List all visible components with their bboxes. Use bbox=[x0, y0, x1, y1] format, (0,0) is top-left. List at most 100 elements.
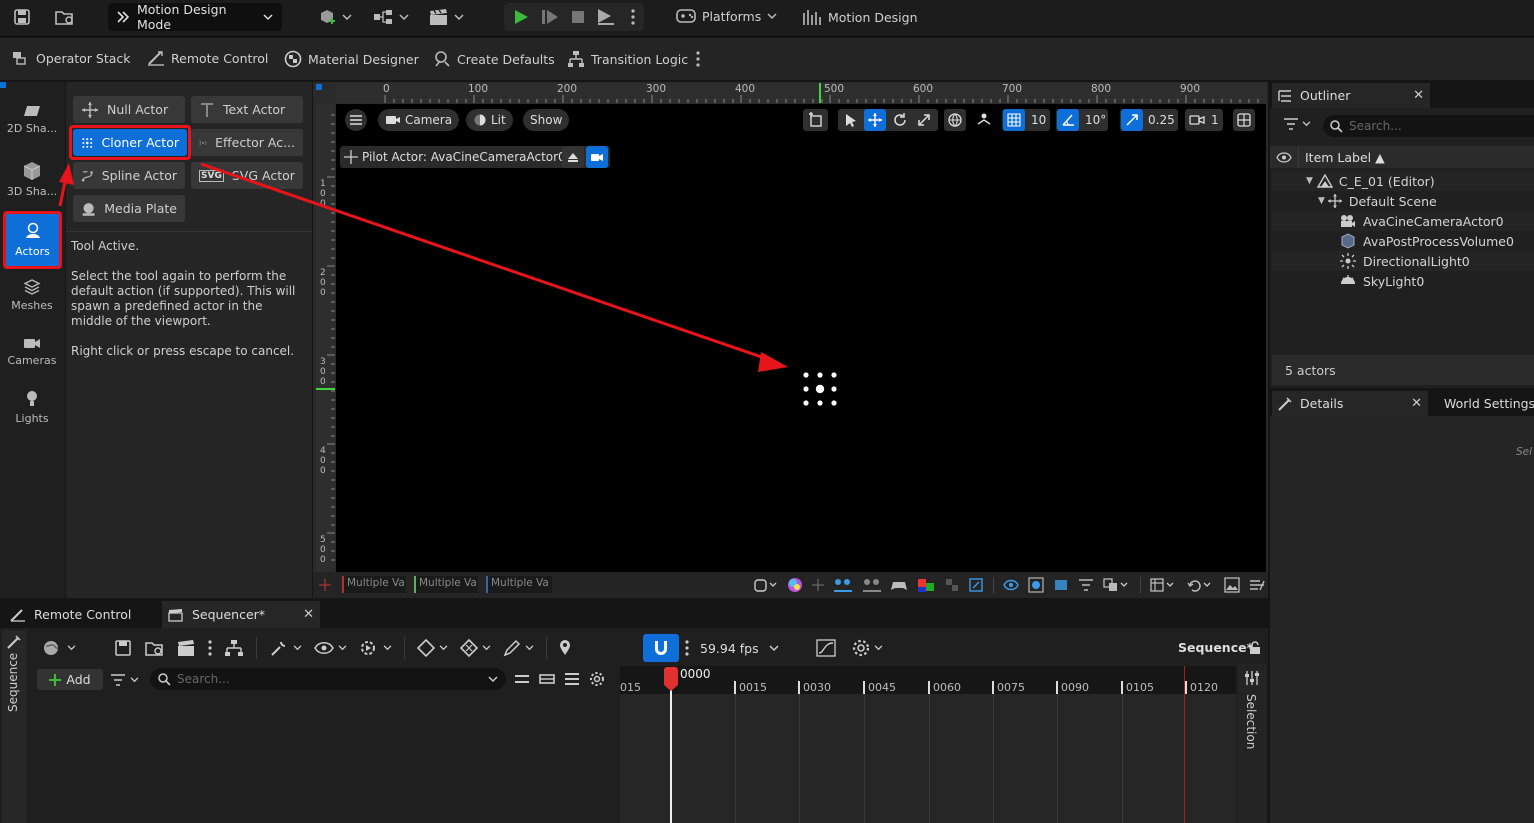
alpha-grid-icon[interactable] bbox=[945, 578, 959, 592]
track-search[interactable]: Search... bbox=[150, 668, 506, 690]
save-sequence-icon[interactable] bbox=[114, 639, 132, 657]
text-actor-button[interactable]: Text Actor bbox=[191, 96, 303, 123]
surface-snap-icon[interactable] bbox=[973, 109, 995, 131]
world-space-icon[interactable] bbox=[944, 109, 966, 131]
edit-mode-menu[interactable] bbox=[503, 639, 534, 657]
sequencer-tab[interactable]: Sequencer* ✕ bbox=[162, 601, 320, 628]
item-label-column[interactable]: Item Label ▲ bbox=[1305, 150, 1385, 165]
eject-icon[interactable] bbox=[595, 7, 617, 27]
selection-settings-icon[interactable] bbox=[1243, 670, 1261, 686]
rotation-snap-value[interactable]: 10° bbox=[1085, 113, 1106, 127]
mode-dropdown[interactable]: Motion Design Mode bbox=[108, 2, 282, 32]
outliner-tab[interactable]: Outliner ✕ bbox=[1272, 83, 1430, 108]
render-movie-icon[interactable] bbox=[176, 639, 196, 657]
blueprint-button[interactable] bbox=[373, 8, 409, 26]
play-options-icon[interactable] bbox=[627, 7, 639, 27]
gamepad-icon[interactable] bbox=[891, 578, 907, 592]
rotation-snap-icon[interactable] bbox=[1057, 109, 1079, 131]
transition-logic-button[interactable]: Transition Logic bbox=[567, 50, 688, 68]
rotate-tool-icon[interactable] bbox=[889, 109, 911, 131]
outliner-row-scene[interactable]: ▼ Default Scene bbox=[1272, 191, 1534, 211]
more-options-icon[interactable] bbox=[693, 51, 703, 67]
outliner-row-post-process[interactable]: AvaPostProcessVolume0 bbox=[1272, 231, 1534, 251]
shape-menu-icon[interactable] bbox=[752, 577, 778, 593]
tools-menu[interactable] bbox=[269, 639, 302, 657]
category-meshes[interactable]: Meshes bbox=[0, 279, 64, 312]
sequence-edit-icon[interactable] bbox=[6, 634, 22, 650]
step-frame-icon[interactable] bbox=[540, 7, 560, 27]
sequencer-settings-menu[interactable] bbox=[852, 639, 883, 657]
transform-field-z[interactable]: Multiple Va bbox=[486, 576, 552, 593]
marker-pin-icon[interactable] bbox=[559, 640, 571, 656]
expand-arrow-icon[interactable]: ▼ bbox=[1318, 196, 1325, 206]
close-icon[interactable]: ✕ bbox=[303, 607, 314, 622]
world-settings-tab[interactable]: World Settings bbox=[1432, 391, 1534, 416]
material-designer-button[interactable]: Material Designer bbox=[284, 50, 419, 68]
playhead-handle[interactable] bbox=[664, 667, 678, 691]
select-tool-icon[interactable] bbox=[840, 109, 862, 131]
create-defaults-button[interactable]: Create Defaults bbox=[433, 50, 555, 68]
browse-sequence-icon[interactable] bbox=[144, 639, 164, 657]
outliner-row-directional-light[interactable]: DirectionalLight0 bbox=[1272, 251, 1534, 271]
lock-icon[interactable] bbox=[1248, 640, 1262, 656]
grid-snap-value[interactable]: 10 bbox=[1031, 113, 1046, 127]
details-tab[interactable]: Details ✕ bbox=[1272, 391, 1428, 416]
motion-design-button[interactable]: Motion Design bbox=[802, 8, 918, 26]
effector-actor-button[interactable]: Effector Ac... bbox=[191, 129, 303, 156]
remote-control-tab[interactable]: Remote Control bbox=[2, 601, 160, 628]
show-button[interactable]: Show bbox=[523, 109, 570, 131]
image-preview-icon[interactable] bbox=[1224, 577, 1240, 593]
outliner-row-camera[interactable]: AvaCineCameraActor0 bbox=[1272, 211, 1534, 231]
category-cameras[interactable]: Cameras bbox=[0, 336, 64, 367]
category-actors[interactable]: Actors bbox=[3, 211, 62, 269]
track-layout-icon[interactable] bbox=[539, 672, 555, 686]
ungroup-actors-icon[interactable] bbox=[862, 577, 882, 593]
sequence-side-label[interactable]: Sequence bbox=[6, 653, 20, 712]
guides-icon[interactable] bbox=[1053, 577, 1069, 593]
operator-stack-button[interactable]: Operator Stack bbox=[12, 50, 131, 66]
content-browser-icon[interactable] bbox=[53, 7, 77, 27]
undo-menu-icon[interactable] bbox=[1187, 577, 1215, 593]
cloner-actor-button[interactable]: Cloner Actor bbox=[73, 129, 187, 156]
scale-tool-icon[interactable] bbox=[913, 109, 935, 131]
curve-editor-icon[interactable] bbox=[815, 638, 837, 658]
outliner-search[interactable]: Search... bbox=[1323, 115, 1534, 137]
save-icon[interactable] bbox=[12, 7, 32, 27]
gear-icon[interactable] bbox=[589, 671, 605, 687]
spline-actor-button[interactable]: Spline Actor bbox=[73, 162, 185, 189]
camera-button[interactable]: Camera bbox=[378, 109, 460, 131]
media-plate-button[interactable]: Media Plate bbox=[73, 195, 185, 222]
cloner-preview[interactable] bbox=[800, 369, 840, 409]
color-picker-icon[interactable] bbox=[787, 577, 803, 593]
world-menu[interactable] bbox=[42, 639, 76, 657]
platforms-button[interactable]: Platforms bbox=[676, 8, 777, 24]
null-actor-button[interactable]: Null Actor bbox=[73, 96, 185, 123]
view-menu[interactable] bbox=[314, 641, 347, 655]
expand-arrow-icon[interactable]: ▼ bbox=[1306, 176, 1313, 186]
layout-grid-menu-icon[interactable] bbox=[1150, 577, 1178, 593]
add-track-button[interactable]: Add bbox=[37, 669, 103, 690]
viewport-settings-icon[interactable] bbox=[1249, 578, 1265, 592]
lit-button[interactable]: Lit bbox=[466, 109, 513, 131]
stop-icon[interactable] bbox=[568, 7, 588, 27]
move-tool-icon[interactable] bbox=[864, 109, 886, 131]
lock-camera-icon[interactable] bbox=[586, 146, 608, 168]
close-icon[interactable]: ✕ bbox=[1413, 88, 1424, 103]
rgb-channels-icon[interactable] bbox=[916, 577, 936, 593]
category-2d-shapes[interactable]: 2D Sha... bbox=[0, 104, 64, 135]
add-actor-button[interactable] bbox=[318, 8, 352, 26]
svg-actor-button[interactable]: SVG SVG Actor bbox=[191, 162, 303, 189]
distribute-menu-icon[interactable] bbox=[1103, 577, 1131, 593]
transform-field-x[interactable]: Multiple Va bbox=[342, 576, 406, 593]
more-options-icon[interactable] bbox=[208, 640, 212, 656]
group-actors-icon[interactable] bbox=[833, 577, 853, 593]
fps-dropdown[interactable]: 59.94 fps bbox=[700, 638, 779, 658]
key-menu[interactable] bbox=[417, 639, 448, 657]
pivot-icon[interactable] bbox=[812, 579, 824, 591]
snap-options-icon[interactable] bbox=[683, 639, 691, 657]
play-icon[interactable] bbox=[511, 7, 531, 27]
collapse-tracks-icon[interactable] bbox=[514, 672, 530, 686]
eject-pilot-icon[interactable] bbox=[562, 146, 584, 168]
snapshot-icon[interactable] bbox=[1028, 577, 1044, 593]
scale-snap-value[interactable]: 0.25 bbox=[1148, 113, 1175, 127]
